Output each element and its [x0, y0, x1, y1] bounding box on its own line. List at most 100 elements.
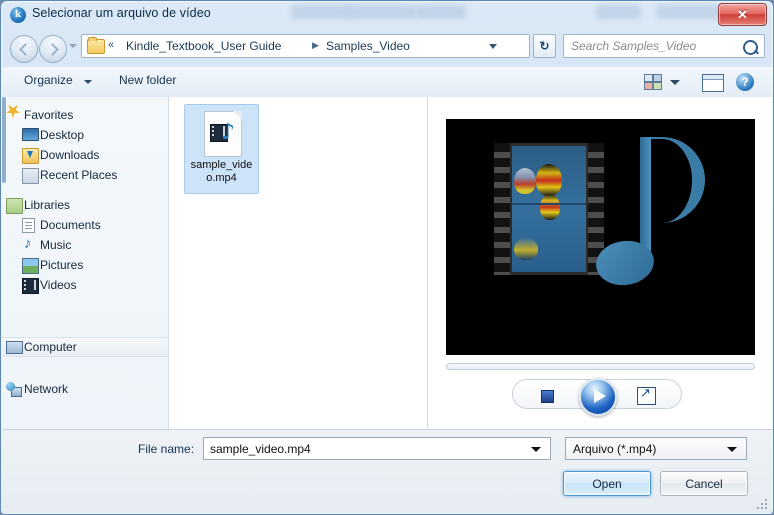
sidebar-item-label: Favorites: [24, 108, 74, 122]
chevron-down-icon: [727, 447, 737, 452]
media-controls: [512, 378, 682, 416]
breadcrumb-item-1[interactable]: Kindle_Textbook_User Guide: [126, 39, 281, 53]
view-quadrant: [653, 74, 662, 82]
search-placeholder: Search Samples_Video: [571, 39, 697, 53]
file-name-field-label: File name:: [138, 442, 195, 456]
recent-places-icon: [22, 168, 39, 184]
title-bar[interactable]: k Selecionar um arquivo de vídeo ✕: [1, 1, 773, 29]
sidebar-item-computer[interactable]: Computer: [2, 337, 168, 357]
view-quadrant: [653, 82, 662, 90]
chevron-down-icon[interactable]: [84, 80, 92, 84]
film-perforations-left: [494, 143, 510, 275]
sidebar-item-label: Music: [40, 238, 72, 252]
film-frame-image: [512, 146, 586, 272]
preview-pane: [428, 97, 772, 430]
computer-icon: [6, 341, 23, 354]
seek-bar[interactable]: [446, 363, 755, 370]
resize-grip[interactable]: [757, 499, 769, 511]
help-icon: ?: [741, 75, 749, 89]
window-title: Selecionar um arquivo de vídeo: [32, 6, 211, 20]
grip-dot: [757, 507, 759, 509]
change-view-icon[interactable]: [644, 74, 662, 90]
sidebar-item-label: Libraries: [24, 198, 71, 212]
address-bar[interactable]: « Kindle_Textbook_User Guide ▶ Samples_V…: [81, 34, 530, 58]
music-note-flag: [644, 137, 705, 223]
documents-icon: [22, 218, 35, 233]
stop-button[interactable]: [541, 390, 554, 403]
back-button[interactable]: [10, 35, 38, 63]
search-icon: [743, 40, 758, 55]
grip-dot: [761, 507, 763, 509]
sidebar-item-label: Recent Places: [40, 168, 118, 182]
music-note-graphic: [578, 137, 705, 289]
refresh-button[interactable]: ↻: [533, 34, 556, 58]
recent-pages-dropdown-icon[interactable]: [69, 44, 77, 48]
file-open-dialog: k Selecionar um arquivo de vídeo ✕ « Kin…: [0, 0, 774, 515]
help-button[interactable]: ?: [736, 73, 754, 91]
play-button[interactable]: [579, 378, 617, 416]
chevron-down-icon[interactable]: [670, 80, 680, 85]
fullscreen-button[interactable]: [637, 385, 656, 405]
sidebar-item-label: Videos: [40, 278, 77, 292]
address-dropdown-icon[interactable]: [482, 35, 504, 57]
grip-dot: [761, 503, 763, 505]
hot-air-balloon-icon: [514, 168, 536, 194]
grip-dot: [765, 499, 767, 501]
background-window-text-blur: [346, 5, 416, 19]
sidebar-group-libraries: Libraries Documents Music Pictures Video…: [2, 195, 168, 295]
video-file-icon: ♪: [204, 111, 242, 157]
new-folder-button[interactable]: New folder: [119, 73, 176, 87]
sidebar-item-label: Documents: [40, 218, 101, 232]
music-note-stem: [640, 137, 651, 259]
dialog-footer: File name: sample_video.mp4 Arquivo (*.m…: [2, 429, 772, 513]
film-frame-divider: [512, 203, 586, 205]
close-icon: ✕: [737, 7, 748, 22]
forward-button[interactable]: [39, 35, 67, 63]
chevron-down-icon[interactable]: [531, 447, 541, 452]
sidebar-item-label: Network: [24, 382, 69, 396]
previous-locations-icon[interactable]: «: [108, 39, 114, 51]
background-window-text-blur: [291, 5, 351, 19]
sidebar-item-label: Pictures: [40, 258, 84, 272]
sidebar-item-videos[interactable]: Videos: [2, 275, 168, 295]
hot-air-balloon-icon: [540, 194, 560, 220]
music-icon: [22, 234, 37, 254]
file-name-input[interactable]: sample_video.mp4: [203, 437, 551, 460]
sidebar-item-desktop[interactable]: Desktop: [2, 125, 168, 145]
view-quadrant: [644, 82, 653, 90]
background-window-text-blur: [596, 5, 641, 19]
sidebar-item-network[interactable]: Network: [2, 379, 168, 399]
file-name-value: sample_video.mp4: [210, 442, 311, 456]
sidebar-item-pictures[interactable]: Pictures: [2, 255, 168, 275]
file-list-pane[interactable]: ♪ sample_video.mp4: [169, 97, 428, 430]
videos-icon: [22, 278, 39, 294]
sidebar-item-libraries[interactable]: Libraries: [2, 195, 168, 215]
kindle-k-glyph: k: [14, 8, 22, 20]
desktop-icon: [22, 128, 39, 141]
sidebar-item-recent-places[interactable]: Recent Places: [2, 165, 168, 185]
list-item[interactable]: ♪ sample_video.mp4: [184, 104, 259, 194]
video-preview-thumbnail[interactable]: [446, 119, 755, 355]
preview-pane-toggle-icon[interactable]: [702, 74, 724, 92]
breadcrumb-item-2[interactable]: Samples_Video: [326, 39, 410, 53]
pictures-icon: [22, 258, 39, 274]
sidebar-item-favorites[interactable]: Favorites: [2, 105, 168, 125]
cancel-button[interactable]: Cancel: [660, 471, 748, 496]
close-button[interactable]: ✕: [718, 3, 767, 26]
organize-button[interactable]: Organize: [24, 73, 73, 87]
file-name-label: sample_video.mp4: [190, 159, 253, 184]
grip-dot: [765, 503, 767, 505]
sidebar-item-downloads[interactable]: Downloads: [2, 145, 168, 165]
breadcrumb-separator-icon[interactable]: ▶: [312, 40, 319, 51]
search-input[interactable]: Search Samples_Video: [563, 34, 765, 58]
navigation-pane: Favorites Desktop Downloads Recent Place…: [2, 97, 169, 430]
refresh-icon: ↻: [539, 39, 550, 53]
file-type-select[interactable]: Arquivo (*.mp4): [565, 437, 747, 460]
sidebar-group-favorites: Favorites Desktop Downloads Recent Place…: [2, 105, 168, 185]
sidebar-item-documents[interactable]: Documents: [2, 215, 168, 235]
sidebar-item-label: Desktop: [40, 128, 85, 142]
toolbar: Organize New folder ?: [2, 67, 772, 98]
sidebar-item-music[interactable]: Music: [2, 234, 168, 255]
open-button[interactable]: Open: [563, 471, 651, 496]
sidebar-group-computer: Computer: [2, 337, 168, 357]
